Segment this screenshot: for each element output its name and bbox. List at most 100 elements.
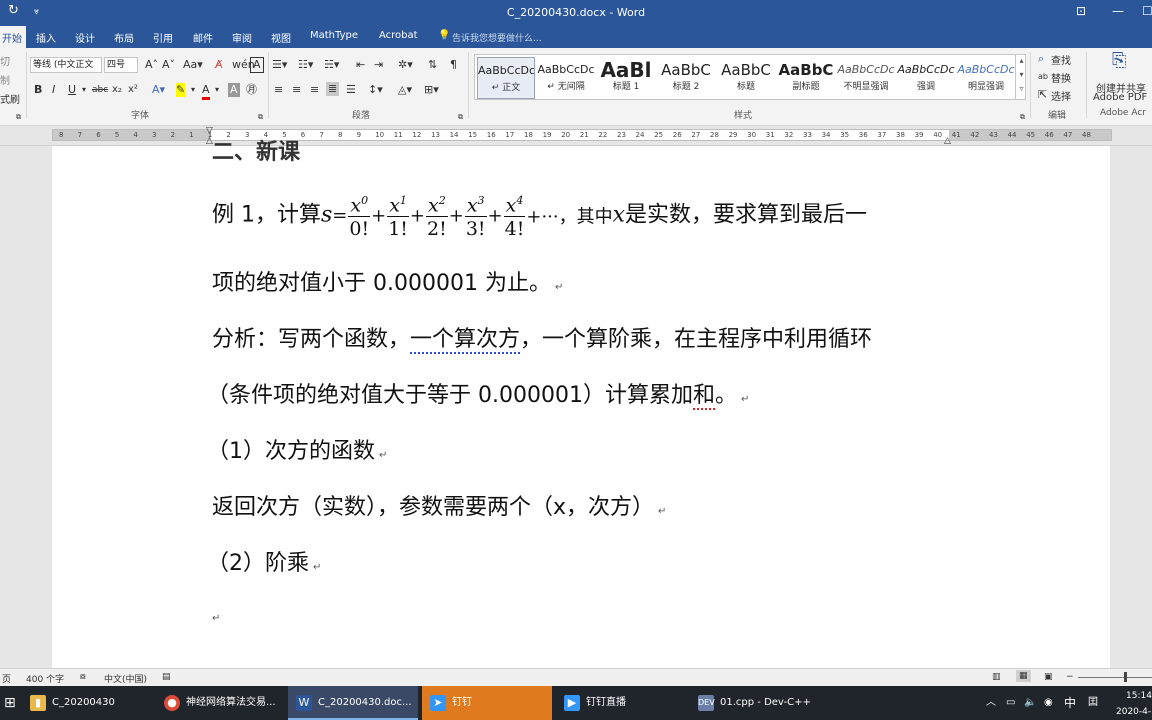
volume-icon[interactable]: 🔈 <box>1024 686 1036 720</box>
tell-me-input[interactable]: 告诉我您想要做什么... <box>452 31 542 44</box>
borders-icon[interactable]: ⊞▾ <box>424 83 439 97</box>
change-case-icon[interactable]: Aa▾ <box>183 58 203 72</box>
numbering-icon[interactable]: ☷▾ <box>298 58 313 72</box>
superscript-icon[interactable]: x² <box>128 83 138 97</box>
copy-button[interactable]: 制 <box>0 72 10 87</box>
read-mode-icon[interactable]: ▥ <box>992 672 1001 682</box>
text-effects-icon[interactable]: A▾ <box>152 83 165 97</box>
tab-home[interactable]: 开始 <box>0 26 26 48</box>
style-normal[interactable]: AaBbCcDc ↵ 正文 <box>477 57 535 99</box>
tray-chevron-icon[interactable]: ︿ <box>986 686 996 720</box>
network-icon[interactable]: ◉ <box>1044 686 1053 720</box>
find-button[interactable]: 查找 <box>1051 52 1071 67</box>
select-button[interactable]: 选择 <box>1051 88 1071 103</box>
font-size-select[interactable]: 四号 <box>104 57 138 73</box>
font-launcher-icon[interactable]: ⧉ <box>258 110 263 124</box>
adobe-pdf-label[interactable]: Adobe PDF <box>1093 92 1147 103</box>
font-color-icon[interactable]: A <box>202 83 210 100</box>
clock-time[interactable]: 15:14 <box>1126 688 1152 704</box>
tab-design[interactable]: 设计 <box>75 30 95 45</box>
print-layout-icon[interactable]: ▦ <box>1016 670 1031 682</box>
style-emphasis[interactable]: AaBbCcDc 强调 <box>897 57 955 99</box>
style-subtitle[interactable]: AaBbC 副标题 <box>777 57 835 99</box>
battery-icon[interactable]: ▭ <box>1006 686 1015 720</box>
bold-icon[interactable]: B <box>34 83 42 97</box>
zoom-out-icon[interactable]: − <box>1066 672 1074 682</box>
strikethrough-icon[interactable]: abc <box>92 83 108 97</box>
tab-review[interactable]: 审阅 <box>232 30 252 45</box>
style-heading-2[interactable]: AaBbC 标题 2 <box>657 57 715 99</box>
taskbar-item-chrome[interactable]: ● 神经网络算法交易... <box>156 686 284 720</box>
zoom-slider[interactable] <box>1078 677 1152 678</box>
ribbon-display-icon[interactable]: ⊡ <box>1076 4 1086 18</box>
tab-mailings[interactable]: 邮件 <box>193 30 213 45</box>
taskbar-item-dingtalk[interactable]: ➤ 钉钉 <box>422 686 552 720</box>
more-styles-icon[interactable]: ▿ <box>1016 82 1027 96</box>
font-name-select[interactable]: 等线 (中文正文 <box>30 57 102 73</box>
shrink-font-icon[interactable]: A˅ <box>162 58 175 72</box>
subscript-icon[interactable]: x₂ <box>112 83 122 97</box>
tab-view[interactable]: 视图 <box>271 30 291 45</box>
macro-icon[interactable]: ▤ <box>162 672 171 682</box>
highlight-dropdown-icon[interactable]: ▾ <box>191 83 195 97</box>
create-pdf-icon[interactable]: ⎘ <box>1112 52 1126 70</box>
sort-icon[interactable]: ⇅ <box>428 58 437 72</box>
web-layout-icon[interactable]: ▣ <box>1044 672 1053 682</box>
ime-mode-icon[interactable]: 囯 <box>1088 686 1098 720</box>
grow-font-icon[interactable]: A˄ <box>145 58 158 72</box>
taskbar-item-dingtalk-live[interactable]: ▶ 钉钉直播 <box>556 686 686 720</box>
tab-mathtype[interactable]: MathType <box>310 30 358 41</box>
style-heading-1[interactable]: AaBl 标题 1 <box>597 57 655 99</box>
replace-button[interactable]: 替换 <box>1051 70 1071 85</box>
taskbar-item-explorer[interactable]: ▮ C_20200430 <box>22 686 152 720</box>
tab-insert[interactable]: 插入 <box>36 30 56 45</box>
align-right-icon[interactable]: ≡ <box>310 83 319 97</box>
tab-layout[interactable]: 布局 <box>114 30 134 45</box>
zoom-slider-thumb[interactable] <box>1124 672 1127 682</box>
word-count[interactable]: 400 个字 <box>26 672 64 685</box>
show-marks-icon[interactable]: ¶ <box>450 58 457 72</box>
chevron-down-icon[interactable]: ▾ <box>1016 68 1027 82</box>
style-subtle-emphasis[interactable]: AaBbCcDc 不明显强调 <box>837 57 895 99</box>
multilevel-list-icon[interactable]: ☵▾ <box>324 58 339 72</box>
increase-indent-icon[interactable]: ⇥ <box>374 58 383 72</box>
font-color-dropdown-icon[interactable]: ▾ <box>215 83 219 97</box>
styles-launcher-icon[interactable]: ⧉ <box>1020 110 1025 124</box>
distribute-icon[interactable]: ☰ <box>346 83 356 97</box>
tab-acrobat[interactable]: Acrobat <box>379 30 418 41</box>
decrease-indent-icon[interactable]: ⇤ <box>356 58 365 72</box>
highlight-icon[interactable]: ✎ <box>176 83 186 97</box>
bullets-icon[interactable]: ☰▾ <box>272 58 287 72</box>
shading-icon[interactable]: ◬▾ <box>398 83 412 97</box>
underline-dropdown-icon[interactable]: ▾ <box>82 83 86 97</box>
start-icon[interactable]: ⊞ <box>4 686 16 720</box>
maximize-icon[interactable]: ☐ <box>1142 4 1152 18</box>
clear-format-icon[interactable]: A̸ <box>215 58 223 72</box>
style-no-spacing[interactable]: AaBbCcDc ↵ 无间隔 <box>537 57 595 99</box>
align-center-icon[interactable]: ≡ <box>292 83 301 97</box>
taskbar-item-word[interactable]: W C_20200430.doc... <box>288 686 418 720</box>
justify-icon[interactable]: ≣ <box>326 82 340 96</box>
cut-button[interactable]: 切 <box>0 53 10 68</box>
horizontal-ruler[interactable]: 8 7 6 5 4 3 2 1 1 2 3 4 5 6 7 8 9 10 11 12 13 14 15 16 17 18 19 20 2… <box>0 126 1152 146</box>
style-intense-emphasis[interactable]: AaBbCcDc 明显强调 <box>957 57 1015 99</box>
page-count[interactable]: 页 <box>2 672 11 685</box>
proofing-icon[interactable]: ⧇ <box>80 672 86 682</box>
taskbar-item-devcpp[interactable]: DEV 01.cpp - Dev-C++ <box>690 686 820 720</box>
italic-icon[interactable]: I <box>52 83 55 97</box>
ime-indicator[interactable]: 中 <box>1064 686 1076 720</box>
clock-date[interactable]: 2020-4- <box>1116 704 1151 720</box>
format-painter-button[interactable]: 式刷 <box>0 91 20 106</box>
char-shading-icon[interactable]: A <box>228 83 240 97</box>
minimize-icon[interactable]: — <box>1112 4 1124 18</box>
enclose-char-icon[interactable]: ㊊ <box>246 83 257 97</box>
style-title[interactable]: AaBbC 标题 <box>717 57 775 99</box>
asian-layout-icon[interactable]: ✲▾ <box>398 58 413 72</box>
chevron-up-icon[interactable]: ▴ <box>1016 54 1027 68</box>
tab-references[interactable]: 引用 <box>153 30 173 45</box>
document-page[interactable]: 二、新课 例 1，计算s= x0 0! + x1 1! + x2 2! + x3 3! + x4 4! +··… <box>52 140 1110 668</box>
styles-scroll[interactable]: ▴ ▾ ▿ <box>1015 54 1027 100</box>
clipboard-launcher-icon[interactable]: ⧉ <box>16 110 21 124</box>
line-spacing-icon[interactable]: ↕▾ <box>368 83 383 97</box>
underline-icon[interactable]: U <box>68 83 76 97</box>
